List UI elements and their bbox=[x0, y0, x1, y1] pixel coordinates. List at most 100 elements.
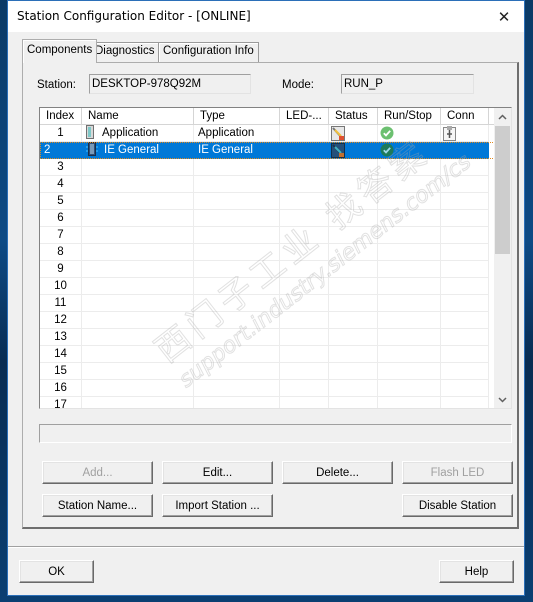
cell-name bbox=[82, 210, 194, 227]
cell-conn bbox=[441, 227, 489, 244]
cell-name bbox=[82, 380, 194, 397]
cell-run-stop bbox=[378, 210, 441, 227]
station-label: Station: bbox=[37, 79, 76, 91]
cell-status bbox=[329, 312, 378, 329]
cell-led bbox=[280, 278, 329, 295]
ok-button[interactable]: OK bbox=[19, 560, 94, 583]
column-header-name[interactable]: Name bbox=[82, 108, 194, 125]
cell-led bbox=[280, 295, 329, 312]
close-button[interactable]: ✕ bbox=[484, 1, 524, 32]
table-row[interactable]: 11 bbox=[40, 295, 495, 312]
help-button[interactable]: Help bbox=[439, 560, 514, 583]
cell-led bbox=[280, 125, 329, 142]
table-row-selected[interactable]: 2 IE General IE General bbox=[40, 142, 495, 159]
status-diagnostic-icon bbox=[331, 125, 345, 141]
cell-conn bbox=[441, 346, 489, 363]
tab-diagnostics[interactable]: Diagnostics bbox=[90, 42, 160, 62]
cell-name bbox=[82, 193, 194, 210]
vertical-scrollbar[interactable] bbox=[494, 108, 511, 408]
cell-run-stop bbox=[378, 261, 441, 278]
cell-type bbox=[194, 244, 280, 261]
table-row[interactable]: 12 bbox=[40, 312, 495, 329]
cell-conn bbox=[441, 176, 489, 193]
cell-index: 13 bbox=[40, 329, 82, 346]
disable-station-button[interactable]: Disable Station bbox=[402, 494, 513, 517]
table-row[interactable]: 15 bbox=[40, 363, 495, 380]
cell-run-stop bbox=[378, 227, 441, 244]
cell-conn bbox=[441, 295, 489, 312]
scroll-up-button[interactable] bbox=[494, 108, 511, 125]
tab-components[interactable]: Components bbox=[22, 39, 98, 63]
tab-configuration-info[interactable]: Configuration Info bbox=[158, 42, 259, 62]
flash-led-button[interactable]: Flash LED bbox=[402, 461, 513, 484]
column-header-conn[interactable]: Conn bbox=[441, 108, 489, 125]
cell-led bbox=[280, 142, 329, 159]
connection-icon bbox=[443, 125, 456, 141]
cell-run-stop bbox=[378, 329, 441, 346]
cell-type bbox=[194, 261, 280, 278]
table-row[interactable]: 13 bbox=[40, 329, 495, 346]
table-row[interactable]: 6 bbox=[40, 210, 495, 227]
cell-led bbox=[280, 193, 329, 210]
cell-index: 8 bbox=[40, 244, 82, 261]
cell-run-stop bbox=[378, 380, 441, 397]
table-row[interactable]: 14 bbox=[40, 346, 495, 363]
cell-conn bbox=[441, 142, 489, 159]
cell-index: 4 bbox=[40, 176, 82, 193]
cell-conn bbox=[441, 159, 489, 176]
edit-button[interactable]: Edit... bbox=[162, 461, 273, 484]
delete-button[interactable]: Delete... bbox=[282, 461, 393, 484]
table-row[interactable]: 5 bbox=[40, 193, 495, 210]
table-row[interactable]: 10 bbox=[40, 278, 495, 295]
column-header-led[interactable]: LED-... bbox=[280, 108, 329, 125]
table-row[interactable]: 4 bbox=[40, 176, 495, 193]
cell-status bbox=[329, 346, 378, 363]
table-row[interactable]: 17 bbox=[40, 397, 495, 408]
column-header-type[interactable]: Type bbox=[194, 108, 280, 125]
table-row[interactable]: 1 Application Application bbox=[40, 125, 495, 142]
station-name-button[interactable]: Station Name... bbox=[42, 494, 153, 517]
cell-run-stop bbox=[378, 295, 441, 312]
table-row[interactable]: 9 bbox=[40, 261, 495, 278]
cell-led bbox=[280, 329, 329, 346]
cell-conn bbox=[441, 329, 489, 346]
cell-led bbox=[280, 363, 329, 380]
cell-run-stop bbox=[378, 176, 441, 193]
cell-index: 5 bbox=[40, 193, 82, 210]
title-bar: Station Configuration Editor - [ONLINE] … bbox=[8, 1, 524, 32]
cell-index: 14 bbox=[40, 346, 82, 363]
table-header: Index Name Type LED-... Status Run/Stop … bbox=[40, 108, 496, 125]
table-row[interactable]: 16 bbox=[40, 380, 495, 397]
cell-status bbox=[329, 278, 378, 295]
chevron-up-icon bbox=[498, 113, 507, 120]
table-row[interactable]: 8 bbox=[40, 244, 495, 261]
cell-index: 15 bbox=[40, 363, 82, 380]
scrollbar-thumb[interactable] bbox=[495, 126, 510, 254]
column-header-run-stop[interactable]: Run/Stop bbox=[378, 108, 441, 125]
cell-status bbox=[329, 244, 378, 261]
table-row[interactable]: 7 bbox=[40, 227, 495, 244]
cell-run-stop bbox=[378, 244, 441, 261]
cell-status bbox=[329, 329, 378, 346]
close-icon: ✕ bbox=[497, 7, 511, 26]
cell-status bbox=[329, 380, 378, 397]
cell-led bbox=[280, 397, 329, 408]
cell-index: 10 bbox=[40, 278, 82, 295]
cell-status bbox=[329, 397, 378, 408]
cell-type: Application bbox=[194, 125, 280, 142]
cell-type bbox=[194, 346, 280, 363]
cell-type bbox=[194, 312, 280, 329]
table-row[interactable]: 3 bbox=[40, 159, 495, 176]
cell-led bbox=[280, 346, 329, 363]
cell-run-stop bbox=[378, 142, 441, 159]
cell-run-stop bbox=[378, 397, 441, 408]
cell-name: Application bbox=[82, 125, 194, 142]
column-header-index[interactable]: Index bbox=[40, 108, 82, 125]
cell-status bbox=[329, 176, 378, 193]
components-table: Index Name Type LED-... Status Run/Stop … bbox=[39, 107, 512, 409]
scroll-down-button[interactable] bbox=[494, 391, 511, 408]
column-header-status[interactable]: Status bbox=[329, 108, 378, 125]
cell-type bbox=[194, 278, 280, 295]
add-button[interactable]: Add... bbox=[42, 461, 153, 484]
import-station-button[interactable]: Import Station ... bbox=[162, 494, 273, 517]
